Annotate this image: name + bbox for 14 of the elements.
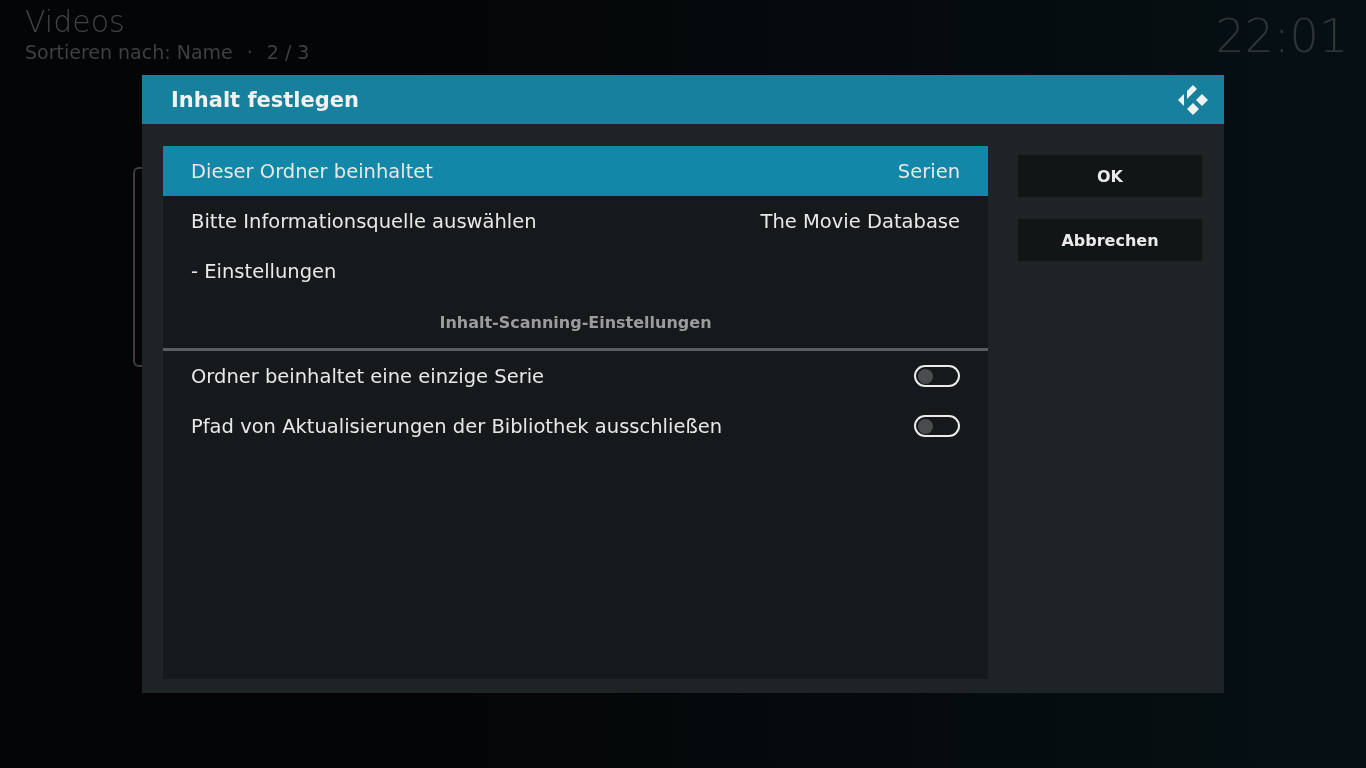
separator: · bbox=[246, 40, 253, 64]
section-heading: Inhalt-Scanning-Einstellungen bbox=[439, 312, 712, 332]
settings-row[interactable]: Ordner beinhaltet eine einzige Serie bbox=[163, 351, 988, 401]
sort-label: Sortieren nach: Name bbox=[25, 40, 233, 64]
toggle-switch[interactable] bbox=[914, 415, 960, 437]
settings-row[interactable]: - Einstellungen bbox=[163, 246, 988, 296]
dialog-button[interactable]: Abbrechen bbox=[1018, 219, 1202, 261]
settings-row[interactable]: Pfad von Aktualisierungen der Bibliothek ausschließen bbox=[163, 401, 988, 451]
page-title: Videos bbox=[25, 4, 126, 40]
settings-row[interactable]: Bitte Informationsquelle auswählen The Movie Database bbox=[163, 196, 988, 246]
toggle-switch[interactable] bbox=[914, 365, 960, 387]
dialog-button[interactable]: OK bbox=[1018, 155, 1202, 197]
dialog-title: Inhalt festlegen bbox=[171, 87, 359, 112]
page-count: 2 / 3 bbox=[266, 40, 310, 64]
